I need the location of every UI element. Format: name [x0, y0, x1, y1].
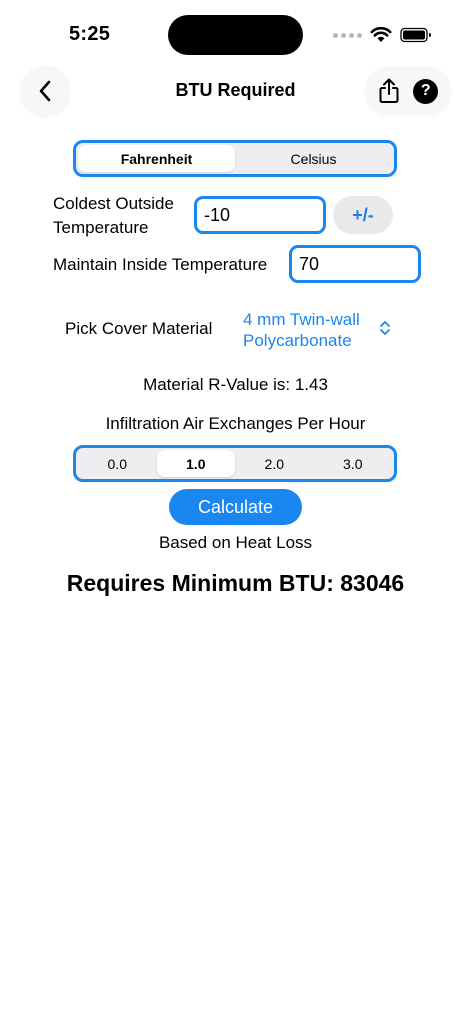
chevron-up-down-icon[interactable] — [379, 319, 391, 337]
infiltration-label: Infiltration Air Exchanges Per Hour — [105, 414, 366, 433]
inside-temperature-label: Maintain Inside Temperature — [53, 255, 268, 274]
temperature-unit-segmented-control[interactable]: Fahrenheit Celsius — [73, 140, 397, 177]
result-text: Requires Minimum BTU: 83046 — [66, 570, 405, 596]
question-mark-icon: ? — [420, 82, 431, 99]
nav-actions: ? — [365, 67, 451, 115]
segment-celsius[interactable]: Celsius — [235, 145, 392, 172]
coldest-label-line2: Temperature — [53, 218, 149, 237]
segment-1-0[interactable]: 1.0 — [156, 450, 235, 477]
wifi-icon — [370, 27, 392, 42]
coldest-temperature-input[interactable]: -10 — [194, 196, 326, 234]
coldest-label-line1: Coldest Outside — [53, 194, 174, 213]
picker-value-line2: Polycarbonate — [243, 331, 352, 350]
sign-toggle-button[interactable]: +/- — [333, 196, 393, 234]
basis-text: Based on Heat Loss — [158, 533, 313, 552]
segment-3-0[interactable]: 3.0 — [314, 450, 393, 477]
status-time: 5:25 — [69, 23, 111, 45]
infiltration-segmented-control[interactable]: 0.0 1.0 2.0 3.0 — [73, 445, 397, 482]
segment-0-0[interactable]: 0.0 — [78, 450, 157, 477]
coldest-temperature-label: Coldest Outside Temperature — [53, 192, 174, 240]
segment-2-0[interactable]: 2.0 — [235, 450, 314, 477]
help-button[interactable]: ? — [413, 78, 439, 104]
calculate-button[interactable]: Calculate — [169, 489, 302, 525]
segment-fahrenheit[interactable]: Fahrenheit — [78, 145, 235, 172]
cover-material-picker[interactable]: 4 mm Twin-wall Polycarbonate — [243, 309, 360, 351]
status-icons — [333, 25, 432, 45]
battery-icon — [400, 27, 431, 43]
picker-value-line1: 4 mm Twin-wall — [243, 310, 360, 329]
screen: 5:25 BTU Required ? Fahrenheit Celsius C… — [0, 0, 471, 1024]
inside-temperature-input[interactable]: 70 — [289, 245, 421, 283]
cellular-signal-icon — [333, 32, 362, 38]
share-icon[interactable] — [378, 78, 400, 104]
r-value-text: Material R-Value is: 1.43 — [143, 375, 328, 394]
cover-material-label: Pick Cover Material — [65, 319, 213, 338]
dynamic-island — [168, 15, 303, 55]
